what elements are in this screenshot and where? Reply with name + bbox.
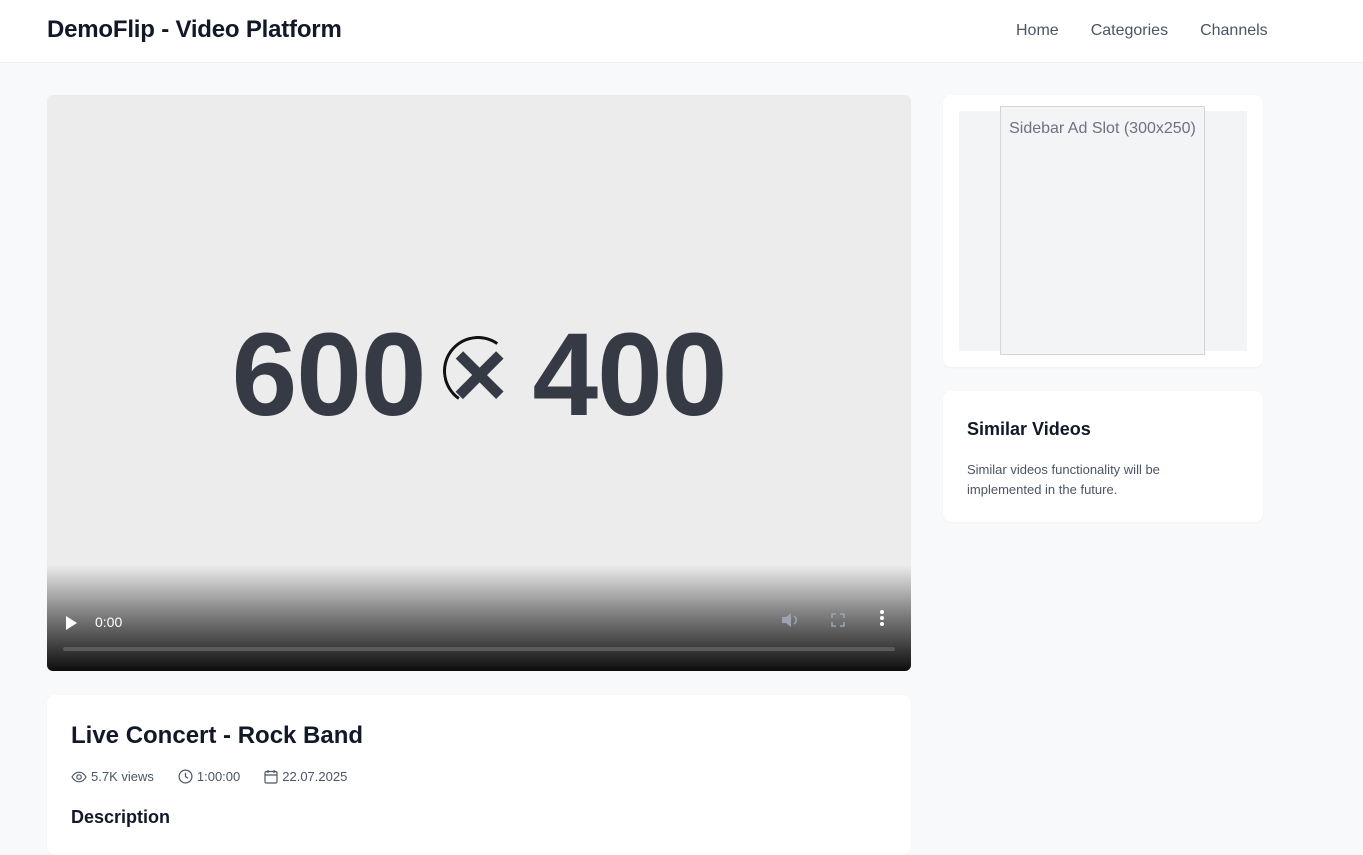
similar-videos-title: Similar Videos [967,419,1091,439]
views-count: 5.7K views [91,769,154,784]
play-icon[interactable] [66,616,77,630]
sidebar-ad-slot[interactable]: Sidebar Ad Slot (300x250) [1000,106,1205,355]
nav-categories[interactable]: Categories [1091,22,1168,40]
video-meta: 5.7K views 1:00:00 22.07.2025 [71,769,371,784]
poster-height-text: 400 [532,309,728,441]
volume-icon[interactable] [781,612,799,633]
eye-icon [71,771,87,782]
duration-meta: 1:00:00 [178,769,240,784]
clock-icon [178,769,193,784]
more-vertical-icon[interactable] [879,609,885,630]
current-time: 0:00 [95,614,123,630]
description-heading: Description [71,807,171,827]
video-duration: 1:00:00 [196,769,241,784]
video-info-card: Live Concert - Rock Band 5.7K views 1:00… [47,695,911,855]
site-header: DemoFlip - Video Platform Home Categorie… [0,0,1363,63]
nav-channels[interactable]: Channels [1200,22,1268,40]
views-meta: 5.7K views [71,769,154,784]
similar-videos-text: Similar videos functionality will be imp… [967,462,1160,497]
seek-bar[interactable] [63,647,895,651]
site-brand[interactable]: DemoFlip - Video Platform [47,16,342,44]
calendar-icon [264,770,278,784]
similar-videos-card: Similar Videos Similar videos functional… [943,391,1263,522]
video-title: Live Concert - Rock Band [71,722,364,749]
poster-width-text: 600 [231,309,427,441]
main-nav: Home Categories Channels [1016,22,1300,40]
upload-date: 22.07.2025 [282,769,348,784]
video-player[interactable]: 600 × 400 0:00 [47,95,911,671]
sidebar-ad-card: Sidebar Ad Slot (300x250) [943,95,1263,367]
fullscreen-icon[interactable] [831,613,845,627]
nav-home[interactable]: Home [1016,22,1059,40]
date-meta: 22.07.2025 [264,769,347,784]
